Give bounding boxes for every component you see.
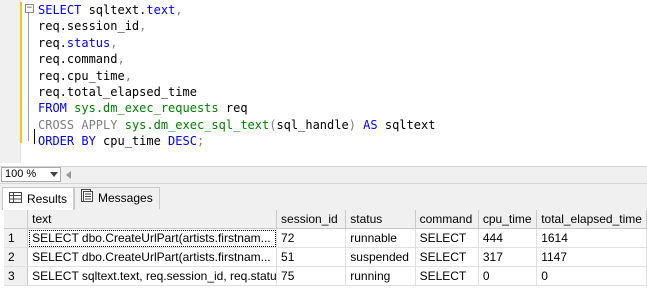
text-cursor <box>34 129 35 144</box>
header-row: text session_id status command cpu_time … <box>4 210 647 229</box>
cell-status[interactable]: suspended <box>345 247 416 267</box>
cell-total-elapsed-time[interactable]: 1147 <box>536 247 647 267</box>
cell-command[interactable]: SELECT <box>415 228 479 248</box>
code-token: FROM <box>38 101 67 116</box>
code-token: ORDER BY <box>38 134 96 149</box>
table-row[interactable]: 1 SELECT dbo.CreateUrlPart(artists.first… <box>4 228 647 248</box>
code-token: sys.dm_exec_sql_text <box>124 117 270 132</box>
code-token: sys.dm_exec_requests <box>74 101 219 116</box>
code-token: req.total_elapsed_time <box>38 85 197 100</box>
zoom-value: 100 % <box>5 168 37 180</box>
code-line[interactable]: req.session_id, <box>38 18 435 34</box>
cell-cpu-time[interactable]: 444 <box>478 228 538 248</box>
cell-total-elapsed-time[interactable]: 1614 <box>536 228 647 248</box>
code-token: cpu_time <box>95 134 169 149</box>
cell-text[interactable]: SELECT dbo.CreateUrlPart(artists.firstna… <box>27 247 278 267</box>
sql-code[interactable]: SELECT sqltext.text, req.session_id, req.s… <box>38 2 435 150</box>
code-token: sql_handle <box>276 117 349 132</box>
code-token: req.command <box>38 52 118 67</box>
row-number[interactable]: 2 <box>4 247 29 267</box>
collapse-icon[interactable]: − <box>25 4 34 13</box>
code-line[interactable]: req.total_elapsed_time <box>38 84 435 100</box>
row-number[interactable]: 3 <box>4 266 29 286</box>
code-line[interactable]: FROM sys.dm_exec_requests req <box>38 100 435 116</box>
outline-guide <box>28 13 29 141</box>
code-token: , <box>110 35 118 50</box>
scroll-left-icon[interactable] <box>66 171 71 179</box>
editor-gutter <box>0 0 21 163</box>
column-header-status[interactable]: status <box>345 210 416 229</box>
cell-status[interactable]: running <box>345 266 416 286</box>
cell-total-elapsed-time[interactable]: 0 <box>536 266 647 286</box>
cell-text[interactable]: SELECT dbo.CreateUrlPart(artists.firstna… <box>27 228 278 248</box>
cell-command[interactable]: SELECT <box>415 247 479 267</box>
code-token: status <box>66 35 111 50</box>
cell-command[interactable]: SELECT <box>415 266 479 286</box>
code-token: req <box>218 101 248 116</box>
tab-messages-label: Messages <box>98 191 153 205</box>
results-table: text session_id status command cpu_time … <box>4 210 647 286</box>
column-header-text[interactable]: text <box>27 210 278 229</box>
zoom-dropdown[interactable]: 100 % <box>1 167 61 182</box>
editor-status-bar: 100 % <box>0 166 647 184</box>
column-header-session-id[interactable]: session_id <box>276 210 347 229</box>
code-token: , <box>124 68 132 83</box>
code-line[interactable]: req.command, <box>38 51 435 67</box>
code-line[interactable]: req.cpu_time, <box>38 68 435 84</box>
column-header-command[interactable]: command <box>415 210 479 229</box>
code-token: , <box>175 3 183 17</box>
code-line[interactable]: req.status, <box>38 35 435 51</box>
corner-cell[interactable] <box>4 210 29 229</box>
code-token: sqltext. <box>81 3 147 17</box>
cell-session-id[interactable]: 75 <box>276 266 347 286</box>
column-header-cpu-time[interactable]: cpu_time <box>478 210 538 229</box>
code-token: req. <box>38 35 67 50</box>
table-row[interactable]: 2 SELECT dbo.CreateUrlPart(artists.first… <box>4 247 647 267</box>
code-token: AS <box>363 117 378 132</box>
code-line[interactable]: ORDER BY cpu_time DESC; <box>38 133 435 149</box>
code-token: req.session_id <box>38 19 140 34</box>
code-token: ) <box>348 117 356 132</box>
code-token: ; <box>196 134 205 149</box>
code-token: SELECT <box>38 3 82 17</box>
cell-session-id[interactable]: 72 <box>276 228 347 248</box>
row-number[interactable]: 1 <box>4 228 29 248</box>
code-token: DESC <box>168 134 197 149</box>
cell-text[interactable]: SELECT sqltext.text, req.session_id, req… <box>27 266 278 286</box>
tab-results[interactable]: Results <box>2 187 75 211</box>
cell-cpu-time[interactable]: 317 <box>478 247 538 267</box>
cell-session-id[interactable]: 51 <box>276 247 347 267</box>
code-token: sqltext <box>377 117 436 132</box>
code-line[interactable]: CROSS APPLY sys.dm_exec_sql_text(sql_han… <box>38 117 435 133</box>
tab-messages[interactable]: Messages <box>74 187 160 209</box>
results-tabs: Results Messages <box>0 184 647 211</box>
column-header-total-elapsed-time[interactable]: total_elapsed_time <box>536 210 647 229</box>
code-token: text <box>146 3 176 17</box>
cell-cpu-time[interactable]: 0 <box>478 266 538 286</box>
change-tracking-bar <box>20 2 22 143</box>
table-row[interactable]: 3 SELECT sqltext.text, req.session_id, r… <box>4 266 647 286</box>
messages-icon <box>81 188 93 209</box>
code-token: req.cpu_time <box>38 68 125 83</box>
chevron-down-icon <box>50 172 58 177</box>
code-line[interactable]: SELECT sqltext.text, <box>38 2 435 18</box>
code-token: , <box>117 52 125 67</box>
code-token: , <box>139 19 147 34</box>
query-editor[interactable]: − SELECT sqltext.text, req.session_id, req… <box>0 0 647 163</box>
cell-status[interactable]: runnable <box>345 228 416 248</box>
tab-results-label: Results <box>27 192 68 206</box>
code-token: CROSS APPLY <box>38 117 118 132</box>
results-grid[interactable]: text session_id status command cpu_time … <box>0 210 647 291</box>
grid-icon <box>9 189 22 210</box>
